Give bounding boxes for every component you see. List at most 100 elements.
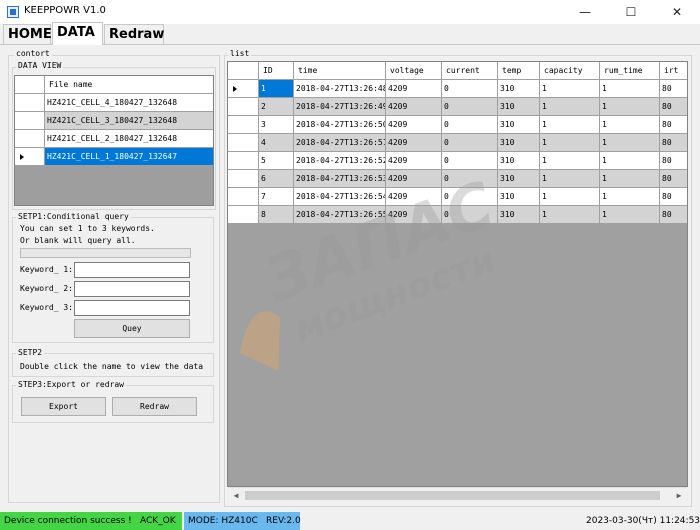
cell-current[interactable]: 0 (442, 188, 498, 206)
scroll-left-icon[interactable]: ◀ (228, 488, 244, 504)
cell-irt[interactable]: 80 (660, 134, 687, 152)
file-name-column-header[interactable]: File name (45, 76, 213, 94)
table-row[interactable]: 4 2018-04-27T13:26:51 4209 0 310 1 1 80 (228, 134, 687, 152)
cell-voltage[interactable]: 4209 (386, 188, 442, 206)
file-list-item[interactable]: HZ421C_CELL_2_180427_132648 (15, 130, 213, 148)
file-list-item-selected[interactable]: HZ421C_CELL_1_180427_132647 (15, 148, 213, 166)
cell-id[interactable]: 1 (259, 80, 294, 98)
file-list-item[interactable]: HZ421C_CELL_3_180427_132648 (15, 112, 213, 130)
file-name-cell[interactable]: HZ421C_CELL_3_180427_132648 (45, 112, 213, 130)
cell-capacity[interactable]: 1 (540, 188, 600, 206)
cell-voltage[interactable]: 4209 (386, 80, 442, 98)
keyword1-input[interactable] (74, 262, 190, 278)
table-row[interactable]: 5 2018-04-27T13:26:52 4209 0 310 1 1 80 (228, 152, 687, 170)
keyword2-input[interactable] (74, 281, 190, 297)
cell-rum-time[interactable]: 1 (600, 98, 660, 116)
column-header-temp[interactable]: temp (498, 62, 540, 80)
cell-irt[interactable]: 80 (660, 80, 687, 98)
cell-time[interactable]: 2018-04-27T13:26:51 (294, 134, 386, 152)
row-header[interactable] (228, 206, 259, 224)
cell-temp[interactable]: 310 (498, 170, 540, 188)
cell-current[interactable]: 0 (442, 206, 498, 224)
cell-time[interactable]: 2018-04-27T13:26:52 (294, 152, 386, 170)
cell-irt[interactable]: 80 (660, 188, 687, 206)
file-list-item[interactable]: HZ421C_CELL_4_180427_132648 (15, 94, 213, 112)
cell-id[interactable]: 3 (259, 116, 294, 134)
cell-voltage[interactable]: 4209 (386, 206, 442, 224)
row-header[interactable] (228, 98, 259, 116)
file-name-cell[interactable]: HZ421C_CELL_1_180427_132647 (45, 148, 213, 166)
table-row[interactable]: 8 2018-04-27T13:26:55 4209 0 310 1 1 80 (228, 206, 687, 224)
row-header[interactable] (15, 148, 45, 166)
file-list-grid[interactable]: File name HZ421C_CELL_4_180427_132648 HZ… (14, 75, 214, 206)
tab-redraw[interactable]: Redraw (104, 24, 164, 44)
cell-capacity[interactable]: 1 (540, 170, 600, 188)
table-row[interactable]: 3 2018-04-27T13:26:50 4209 0 310 1 1 80 (228, 116, 687, 134)
scroll-right-icon[interactable]: ▶ (671, 488, 687, 504)
cell-irt[interactable]: 80 (660, 206, 687, 224)
cell-irt[interactable]: 80 (660, 116, 687, 134)
cell-temp[interactable]: 310 (498, 80, 540, 98)
cell-current[interactable]: 0 (442, 116, 498, 134)
cell-time[interactable]: 2018-04-27T13:26:50 (294, 116, 386, 134)
column-header-capacity[interactable]: capacity (540, 62, 600, 80)
tab-data[interactable]: DATA (52, 22, 103, 45)
cell-id[interactable]: 6 (259, 170, 294, 188)
cell-current[interactable]: 0 (442, 134, 498, 152)
cell-capacity[interactable]: 1 (540, 80, 600, 98)
table-row[interactable]: 1 2018-04-27T13:26:48 4209 0 310 1 1 80 (228, 80, 687, 98)
cell-irt[interactable]: 80 (660, 170, 687, 188)
cell-rum-time[interactable]: 1 (600, 170, 660, 188)
scrollbar-thumb[interactable] (245, 491, 660, 500)
cell-temp[interactable]: 310 (498, 98, 540, 116)
cell-temp[interactable]: 310 (498, 206, 540, 224)
cell-temp[interactable]: 310 (498, 152, 540, 170)
cell-capacity[interactable]: 1 (540, 116, 600, 134)
cell-rum-time[interactable]: 1 (600, 152, 660, 170)
column-header-irt[interactable]: irt (660, 62, 687, 80)
cell-id[interactable]: 4 (259, 134, 294, 152)
keyword3-input[interactable] (74, 300, 190, 316)
cell-irt[interactable]: 80 (660, 152, 687, 170)
table-row[interactable]: 7 2018-04-27T13:26:54 4209 0 310 1 1 80 (228, 188, 687, 206)
cell-rum-time[interactable]: 1 (600, 134, 660, 152)
cell-current[interactable]: 0 (442, 170, 498, 188)
table-row[interactable]: 6 2018-04-27T13:26:53 4209 0 310 1 1 80 (228, 170, 687, 188)
cell-irt[interactable]: 80 (660, 98, 687, 116)
cell-capacity[interactable]: 1 (540, 206, 600, 224)
row-header[interactable] (15, 94, 45, 112)
cell-time[interactable]: 2018-04-27T13:26:53 (294, 170, 386, 188)
cell-capacity[interactable]: 1 (540, 98, 600, 116)
export-button[interactable]: Export (21, 397, 106, 416)
file-name-cell[interactable]: HZ421C_CELL_4_180427_132648 (45, 94, 213, 112)
column-header-rum-time[interactable]: rum_time (600, 62, 660, 80)
column-header-current[interactable]: current (442, 62, 498, 80)
cell-capacity[interactable]: 1 (540, 134, 600, 152)
file-name-cell[interactable]: HZ421C_CELL_2_180427_132648 (45, 130, 213, 148)
column-header-id[interactable]: ID (259, 62, 294, 80)
cell-voltage[interactable]: 4209 (386, 134, 442, 152)
data-grid[interactable]: ID time voltage current temp capacity rum_time… (227, 61, 688, 487)
minimize-button[interactable]: — (562, 0, 608, 24)
cell-time[interactable]: 2018-04-27T13:26:55 (294, 206, 386, 224)
cell-voltage[interactable]: 4209 (386, 116, 442, 134)
cell-current[interactable]: 0 (442, 80, 498, 98)
cell-id[interactable]: 2 (259, 98, 294, 116)
close-button[interactable]: ✕ (654, 0, 700, 24)
cell-current[interactable]: 0 (442, 152, 498, 170)
cell-rum-time[interactable]: 1 (600, 206, 660, 224)
cell-temp[interactable]: 310 (498, 134, 540, 152)
cell-capacity[interactable]: 1 (540, 152, 600, 170)
row-header[interactable] (228, 116, 259, 134)
column-header-voltage[interactable]: voltage (386, 62, 442, 80)
cell-voltage[interactable]: 4209 (386, 170, 442, 188)
table-row[interactable]: 2 2018-04-27T13:26:49 4209 0 310 1 1 80 (228, 98, 687, 116)
cell-temp[interactable]: 310 (498, 188, 540, 206)
query-button[interactable]: Quey (74, 319, 190, 338)
row-header[interactable] (228, 170, 259, 188)
horizontal-scrollbar[interactable]: ◀ ▶ (228, 487, 687, 503)
cell-temp[interactable]: 310 (498, 116, 540, 134)
cell-time[interactable]: 2018-04-27T13:26:54 (294, 188, 386, 206)
row-header[interactable] (15, 130, 45, 148)
cell-rum-time[interactable]: 1 (600, 116, 660, 134)
